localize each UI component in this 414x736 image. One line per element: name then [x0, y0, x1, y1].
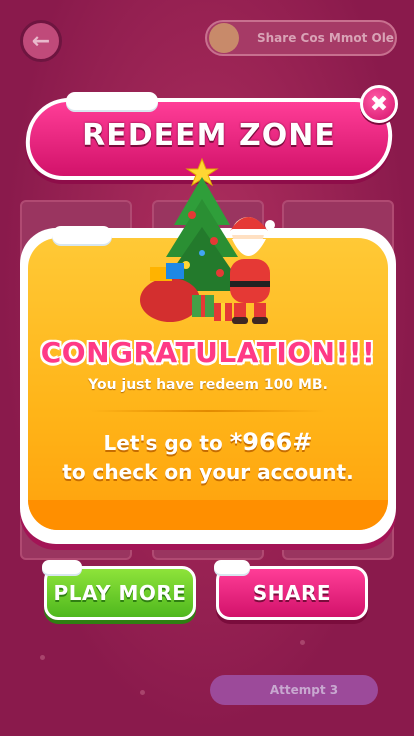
attempt-pill: Attempt 3 [210, 675, 378, 705]
snow-cap [52, 226, 112, 244]
play-more-button[interactable]: PLAY MORE [44, 566, 196, 620]
dial-instruction: Let's go to *966# [28, 428, 388, 456]
background-dot [300, 640, 305, 645]
top-info-pill: Share Cos Mmot Ole [205, 20, 397, 56]
close-button[interactable]: ✖ [360, 85, 398, 123]
background-dot [140, 690, 145, 695]
account-instruction: to check on your account. [62, 460, 354, 484]
top-pill-label: Share Cos Mmot Ole [257, 31, 394, 45]
popup-title: REDEEM ZONE [82, 118, 336, 153]
close-icon: ✖ [369, 91, 389, 117]
arrow-left-icon: ← [31, 28, 51, 54]
santa-tree-illustration [140, 157, 275, 324]
congratulation-heading: CONGRATULATION!!! [40, 336, 376, 369]
play-more-label: PLAY MORE [53, 581, 187, 605]
dial-prefix: Let's go to [103, 431, 230, 455]
share-label: SHARE [252, 581, 332, 605]
divider [90, 410, 326, 412]
card-shade [28, 500, 388, 530]
dial-code: *966# [229, 428, 313, 456]
background-dot [40, 655, 45, 660]
avatar [209, 23, 239, 53]
snow-cap [214, 560, 250, 574]
snow-cap [66, 92, 158, 110]
attempt-label: Attempt 3 [269, 683, 339, 697]
back-button[interactable]: ← [20, 20, 62, 62]
share-button[interactable]: SHARE [216, 566, 368, 620]
snow-cap [42, 560, 82, 574]
redeem-message: You just have redeem 100 MB. [88, 377, 328, 393]
